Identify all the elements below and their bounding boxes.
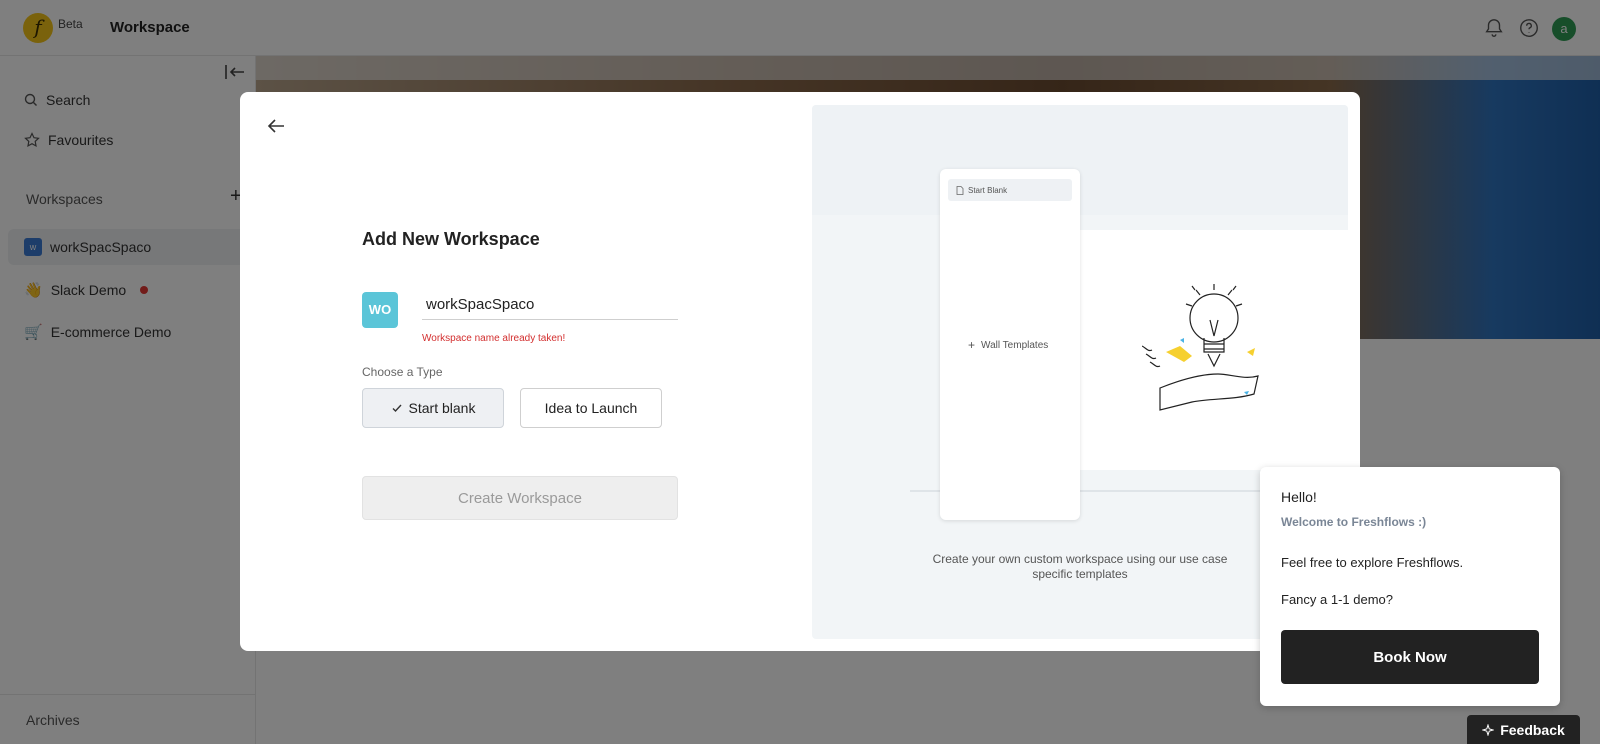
type-button-label: Idea to Launch (544, 400, 638, 416)
chat-welcome-text: Welcome to Freshflows :) (1281, 515, 1427, 529)
book-now-button[interactable]: Book Now (1281, 630, 1539, 684)
workspace-name-input[interactable] (422, 290, 678, 320)
feedback-button[interactable]: Feedback (1467, 715, 1580, 744)
preview-caption: Create your own custom workspace using o… (932, 552, 1228, 581)
check-icon (392, 404, 402, 413)
workspace-icon-badge[interactable]: WO (362, 292, 398, 328)
document-icon (956, 185, 964, 195)
preview-start-blank-label: Start Blank (968, 185, 1008, 195)
type-button-label: Start blank (408, 400, 476, 416)
lightbulb-illustration (1142, 284, 1259, 411)
type-start-blank-button[interactable]: Start blank (362, 388, 504, 428)
modal-title: Add New Workspace (362, 229, 540, 249)
preview-band (812, 105, 1348, 215)
workspace-name-error: Workspace name already taken! (422, 333, 566, 344)
sparkle-icon (1482, 723, 1495, 736)
create-workspace-button[interactable]: Create Workspace (362, 476, 678, 520)
chat-demo-text: Fancy a 1-1 demo? (1281, 592, 1394, 607)
type-idea-to-launch-button[interactable]: Idea to Launch (520, 388, 662, 428)
preview-template-card: Start Blank + Wall Templates (940, 169, 1080, 520)
choose-type-label: Choose a Type (362, 365, 443, 379)
preview-wall-templates: + Wall Templates (968, 338, 1048, 352)
chat-greeting: Hello! (1281, 489, 1317, 505)
chat-explore-text: Feel free to explore Freshflows. (1281, 555, 1464, 570)
add-workspace-modal: Add New Workspace WO Workspace name alre… (240, 92, 1360, 651)
preview-start-blank: Start Blank (948, 179, 1072, 201)
preview-wall-templates-label: Wall Templates (981, 339, 1049, 351)
back-arrow-icon[interactable] (264, 114, 288, 138)
feedback-label: Feedback (1500, 721, 1565, 738)
welcome-chat-popup: Hello! Welcome to Freshflows :) Feel fre… (1260, 467, 1560, 706)
plus-icon: + (968, 338, 976, 352)
